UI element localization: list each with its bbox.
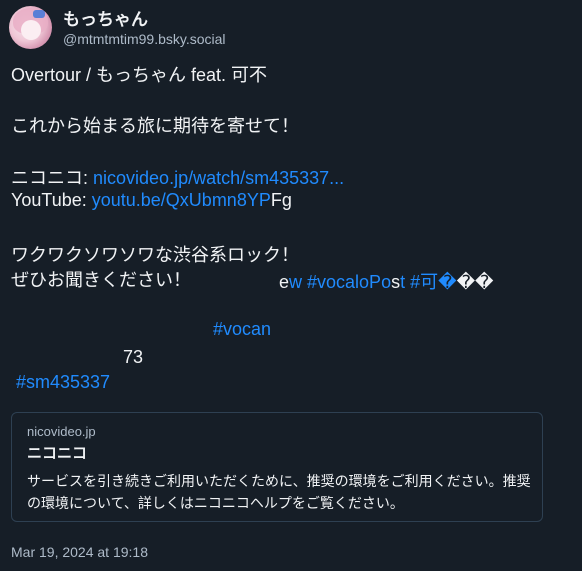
avatar[interactable]	[9, 6, 52, 49]
youtube-label: YouTube:	[11, 190, 92, 210]
post-title-line: Overtour / もっちゃん feat. 可不	[11, 65, 268, 85]
link-preview-card[interactable]: nicovideo.jp ニコニコ サービスを引き続きご利用いただくために、推奨…	[11, 412, 543, 522]
rock-line: ワクワクソワソワな渋谷系ロック！	[11, 245, 299, 265]
card-domain: nicovideo.jp	[27, 424, 96, 439]
hashtag-vocalopost-part-a[interactable]: #vocaloPo	[307, 272, 391, 292]
hashtag-vocan[interactable]: #vocan	[213, 319, 271, 340]
author-handle[interactable]: @mtmtmtim99.bsky.social	[63, 31, 226, 47]
avatar-face	[21, 20, 41, 40]
nico-label: ニコニコ:	[11, 168, 94, 188]
youtube-link[interactable]: youtu.be/QxUbmn8YP	[92, 190, 271, 210]
garbled-char-w[interactable]: w	[289, 272, 307, 292]
card-title: ニコニコ	[27, 445, 88, 462]
number-73: 73	[123, 347, 144, 367]
hashtag-kafu[interactable]: #可�	[405, 272, 456, 292]
garbled-tail: ��	[456, 272, 494, 292]
post-intro-line: これから始まる旅に期待を寄せて！	[11, 116, 299, 136]
author-display-name[interactable]: もっちゃん	[63, 5, 148, 30]
garbled-char-e: e	[279, 272, 290, 292]
garbled-char-s: s	[391, 272, 401, 292]
listen-line: ぜひお聞きください！	[11, 270, 191, 290]
hashtag-garbled-row: ew #vocaloPost #可���	[279, 268, 493, 294]
nico-link[interactable]: nicovideo.jp/watch/sm435337...	[93, 168, 344, 188]
youtube-line: YouTube: youtu.be/QxUbmn8YPFg	[11, 190, 292, 211]
youtube-suffix: Fg	[270, 190, 292, 210]
card-description: サービスを引き続きご利用いただくために、推奨の環境をご利用ください。推奨の環境に…	[27, 473, 531, 511]
post: もっちゃん @mtmtmtim99.bsky.social Overtour /…	[0, 0, 582, 571]
post-timestamp[interactable]: Mar 19, 2024 at 19:18	[11, 544, 148, 560]
avatar-ribbon	[33, 10, 45, 18]
nico-line: ニコニコ: nicovideo.jp/watch/sm435337...	[11, 164, 344, 190]
hashtag-sm435337[interactable]: #sm435337	[16, 372, 110, 393]
